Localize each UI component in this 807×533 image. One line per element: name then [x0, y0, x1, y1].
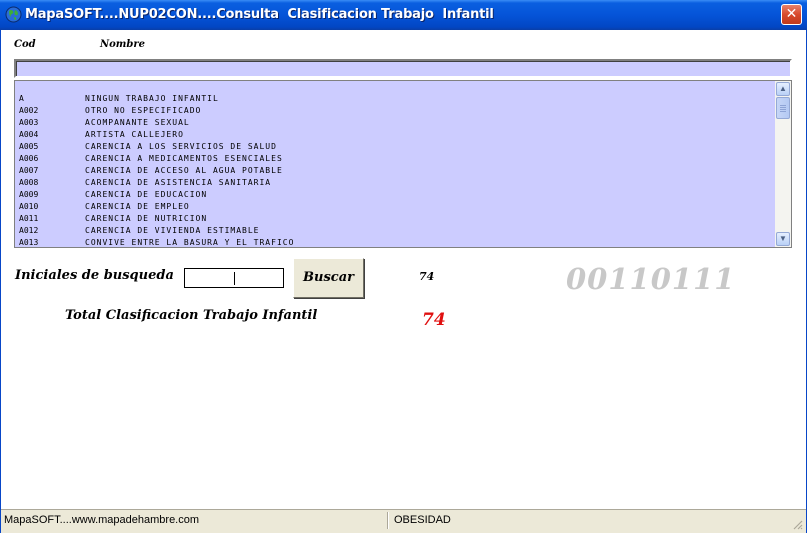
- column-header-code: Cod: [14, 39, 36, 50]
- status-divider: [387, 512, 389, 529]
- list-item-code: A002: [19, 106, 39, 115]
- classification-list[interactable]: A NINGUN TRABAJO INFANTIL A002 OTRO NO ESPE…: [14, 80, 792, 248]
- list-item-code: A008: [19, 178, 39, 187]
- grip-line: [780, 107, 786, 108]
- binary-code-label: 00110111: [566, 262, 736, 296]
- grip-line: [780, 105, 786, 106]
- list-item-name: CARENCIA DE EMPLEO: [85, 202, 190, 211]
- list-item-name: CARENCIA A LOS SERVICIOS DE SALUD: [85, 142, 277, 151]
- total-value: 74: [422, 310, 446, 330]
- list-item-name: ACOMPANANTE SEXUAL: [85, 118, 190, 127]
- search-input[interactable]: [184, 268, 284, 288]
- list-item[interactable]: A013 CONVIVE ENTRE LA BASURA Y EL TRAFICO: [15, 237, 775, 247]
- list-item[interactable]: A009 CARENCIA DE EDUCACION: [15, 189, 775, 201]
- title-bar[interactable]: MapaSOFT....NUP02CON....Consulta Clasifi…: [0, 0, 807, 30]
- globe-icon: [5, 6, 22, 23]
- list-item-code: A003: [19, 118, 39, 127]
- status-bar: MapaSOFT....www.mapadehambre.com OBESIDA…: [1, 509, 806, 533]
- list-item[interactable]: A003 ACOMPANANTE SEXUAL: [15, 117, 775, 129]
- main-window: Cod Nombre A NINGUN TRABAJO INFANTIL A002 O…: [0, 30, 807, 533]
- list-item-name: CARENCIA DE EDUCACION: [85, 190, 208, 199]
- list-item-name: CARENCIA DE ASISTENCIA SANITARIA: [85, 178, 272, 187]
- search-button[interactable]: Buscar: [293, 258, 364, 298]
- list-item-code: A007: [19, 166, 39, 175]
- list-item-name: CARENCIA DE ACCESO AL AGUA POTABLE: [85, 166, 283, 175]
- list-item-code: A012: [19, 226, 39, 235]
- list-item-code: A010: [19, 202, 39, 211]
- chevron-up-icon: ▲: [779, 84, 787, 93]
- list-item-code: A006: [19, 154, 39, 163]
- list-item[interactable]: A004 ARTISTA CALLEJERO: [15, 129, 775, 141]
- list-item-name: CARENCIA DE VIVIENDA ESTIMABLE: [85, 226, 260, 235]
- chevron-down-icon: ▼: [779, 234, 787, 243]
- status-website: MapaSOFT....www.mapadehambre.com: [4, 514, 200, 526]
- list-item-name: CONVIVE ENTRE LA BASURA Y EL TRAFICO: [85, 238, 295, 247]
- status-module: OBESIDAD: [394, 514, 451, 526]
- grip-line: [780, 109, 786, 110]
- grip-line: [780, 111, 786, 112]
- total-label: Total Clasificacion Trabajo Infantil: [65, 308, 318, 323]
- selected-item-field[interactable]: [14, 59, 792, 78]
- scroll-down-button[interactable]: ▼: [776, 232, 790, 246]
- list-item-code: A013: [19, 238, 39, 247]
- list-item[interactable]: A005 CARENCIA A LOS SERVICIOS DE SALUD: [15, 141, 775, 153]
- scroll-up-button[interactable]: ▲: [776, 82, 790, 96]
- list-item[interactable]: A006 CARENCIA A MEDICAMENTOS ESENCIALES: [15, 153, 775, 165]
- list-item[interactable]: A002 OTRO NO ESPECIFICADO: [15, 105, 775, 117]
- list-item-code: A004: [19, 130, 39, 139]
- list-item[interactable]: A010 CARENCIA DE EMPLEO: [15, 201, 775, 213]
- search-label: Iniciales de busqueda: [15, 268, 174, 283]
- resize-grip-icon[interactable]: [791, 518, 803, 530]
- list-rows: A NINGUN TRABAJO INFANTIL A002 OTRO NO ESPE…: [15, 93, 775, 247]
- list-item-name: NINGUN TRABAJO INFANTIL: [85, 94, 219, 103]
- list-item-code: A011: [19, 214, 39, 223]
- list-item[interactable]: A012 CARENCIA DE VIVIENDA ESTIMABLE: [15, 225, 775, 237]
- window-title: MapaSOFT....NUP02CON....Consulta Clasifi…: [25, 7, 494, 22]
- close-icon: ✕: [785, 6, 798, 22]
- list-item[interactable]: A008 CARENCIA DE ASISTENCIA SANITARIA: [15, 177, 775, 189]
- list-item-name: CARENCIA DE NUTRICION: [85, 214, 208, 223]
- list-item-code: A009: [19, 190, 39, 199]
- close-button[interactable]: ✕: [781, 4, 802, 25]
- list-item-code: A: [19, 94, 24, 103]
- list-item[interactable]: A011 CARENCIA DE NUTRICION: [15, 213, 775, 225]
- vertical-scrollbar[interactable]: ▲ ▼: [775, 81, 791, 247]
- column-header-name: Nombre: [100, 39, 146, 50]
- result-count: 74: [419, 270, 435, 283]
- list-item-name: CARENCIA A MEDICAMENTOS ESENCIALES: [85, 154, 283, 163]
- list-item[interactable]: A NINGUN TRABAJO INFANTIL: [15, 93, 775, 105]
- list-item-name: OTRO NO ESPECIFICADO: [85, 106, 202, 115]
- list-item-name: ARTISTA CALLEJERO: [85, 130, 184, 139]
- list-item-code: A005: [19, 142, 39, 151]
- text-caret: [234, 272, 235, 285]
- list-item[interactable]: A007 CARENCIA DE ACCESO AL AGUA POTABLE: [15, 165, 775, 177]
- scroll-thumb[interactable]: [776, 97, 790, 119]
